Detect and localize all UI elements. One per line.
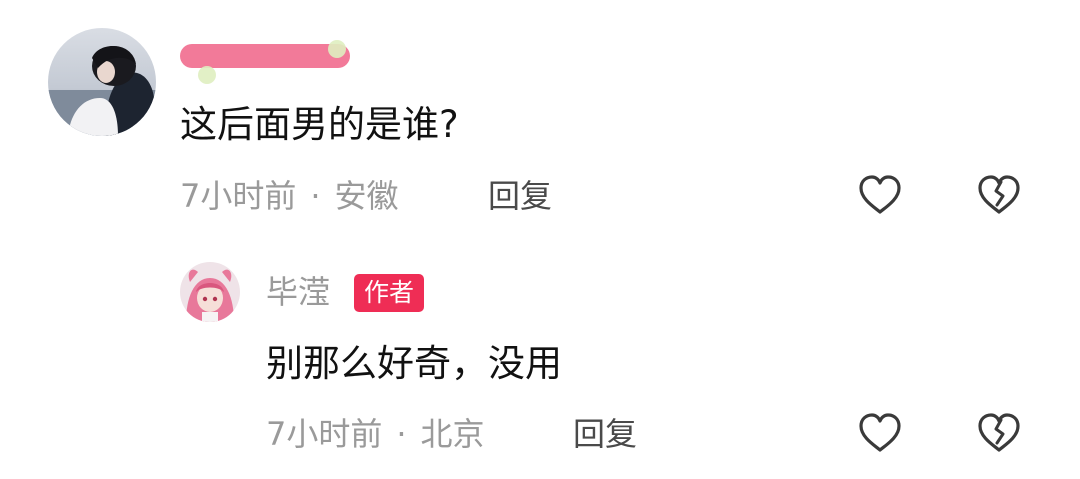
broken-heart-icon xyxy=(978,175,1020,214)
comment-meta: 7小时前 · 安徽 xyxy=(180,176,399,216)
decoration-icon xyxy=(328,40,346,58)
reply-time: 7小时前 xyxy=(266,415,383,453)
author-badge: 作者 xyxy=(354,274,425,312)
heart-outline-icon xyxy=(859,175,901,214)
reply-like-button[interactable] xyxy=(856,410,904,458)
reply-reply-button[interactable]: 回复 xyxy=(573,414,637,454)
meta-separator: · xyxy=(310,177,321,215)
meta-separator: · xyxy=(396,415,407,453)
reply-text: 别那么好奇，没用 xyxy=(266,342,562,385)
comment-time: 7小时前 xyxy=(180,177,297,215)
dislike-button[interactable] xyxy=(975,172,1023,220)
reply-author-name[interactable]: 毕滢 xyxy=(266,272,330,312)
reply-button[interactable]: 回复 xyxy=(488,176,552,216)
decoration-icon xyxy=(198,66,216,84)
commenter-avatar[interactable] xyxy=(48,28,156,136)
comment-text: 这后面男的是谁? xyxy=(180,103,459,146)
reply-author-avatar[interactable] xyxy=(180,262,240,322)
broken-heart-icon xyxy=(978,413,1020,452)
like-button[interactable] xyxy=(856,172,904,220)
heart-outline-icon xyxy=(859,413,901,452)
reply-dislike-button[interactable] xyxy=(975,410,1023,458)
comment-location: 安徽 xyxy=(334,177,399,215)
reply-location: 北京 xyxy=(420,415,485,453)
commenter-username-redacted[interactable] xyxy=(180,40,350,84)
reply-meta: 7小时前 · 北京 xyxy=(266,414,485,454)
redaction-bar xyxy=(180,44,350,68)
